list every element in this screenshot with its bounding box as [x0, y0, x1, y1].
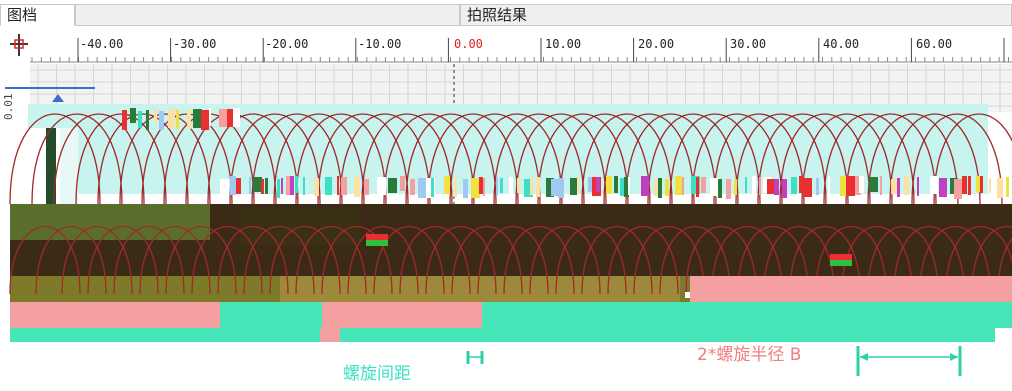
olive-block: [10, 204, 210, 240]
left-panel: [60, 128, 78, 208]
tab-drawing[interactable]: 图档: [0, 4, 75, 26]
ruler-label: -10.00: [358, 37, 402, 51]
tab-photo-result[interactable]: 拍照结果: [460, 4, 1012, 26]
ruler-label: 40.00: [823, 37, 860, 51]
ruler-label: 10.00: [545, 37, 582, 51]
arrow-left-icon: [860, 353, 868, 361]
tab-drawing-label: 图档: [7, 6, 38, 24]
mint-band-lower: [10, 328, 1012, 342]
pink-block: [690, 276, 1012, 302]
arrow-right-icon: [950, 353, 958, 361]
tab-bar: 图档 拍照结果: [0, 0, 1012, 30]
ruler-label: -20.00: [265, 37, 309, 51]
ruler-label: 60.00: [916, 37, 953, 51]
vertical-ruler-label: 0.01: [2, 94, 15, 121]
white-notch: [995, 328, 1012, 342]
drawing-canvas[interactable]: 0.01: [0, 64, 1012, 387]
ruler-label: -40.00: [80, 37, 124, 51]
ruler-ticks: [10, 34, 1012, 63]
tab-photo-result-label: 拍照结果: [467, 6, 528, 24]
ruler-label: 20.00: [638, 37, 675, 51]
tab-spacer: [75, 4, 460, 26]
ruler-label: 30.00: [730, 37, 767, 51]
spiral-drawing[interactable]: 0.01: [0, 64, 1012, 387]
ruler-label-zero: 0.00: [454, 37, 483, 51]
pink-block: [322, 302, 482, 328]
horizontal-ruler[interactable]: -40.00 -30.00 -20.00 -10.00 0.00 10.00 2…: [0, 30, 1012, 64]
ruler-label: -30.00: [173, 37, 217, 51]
pink-notch: [320, 328, 340, 342]
diameter-label: 2*螺旋半径 B: [697, 345, 802, 365]
pink-block: [10, 302, 220, 328]
pitch-label: 螺旋间距: [343, 364, 411, 384]
